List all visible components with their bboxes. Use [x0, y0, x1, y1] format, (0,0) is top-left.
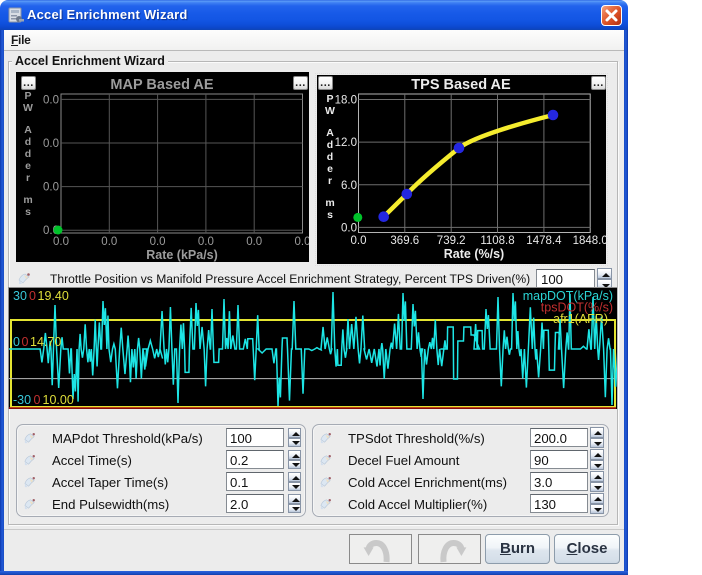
- svg-text:30: 30: [13, 289, 27, 303]
- svg-text:P: P: [24, 90, 31, 102]
- svg-text:Rate (%/s): Rate (%/s): [444, 247, 504, 261]
- svg-text:0.0: 0.0: [198, 236, 214, 248]
- svg-text:Rate (kPa/s): Rate (kPa/s): [146, 248, 218, 262]
- svg-text:r: r: [328, 175, 332, 187]
- svg-text:d: d: [327, 139, 333, 151]
- svg-text:12.0: 12.0: [335, 137, 357, 149]
- svg-text:0: 0: [29, 289, 36, 303]
- svg-text:6.0: 6.0: [341, 180, 357, 192]
- svg-text:m: m: [23, 194, 32, 206]
- svg-text:0.0: 0.0: [351, 235, 367, 247]
- svg-text:TPS Based AE: TPS Based AE: [411, 77, 511, 93]
- svg-text:0.0: 0.0: [295, 236, 310, 248]
- svg-text:d: d: [25, 148, 31, 160]
- svg-text:W: W: [325, 105, 335, 117]
- svg-text:0.0: 0.0: [246, 236, 262, 248]
- svg-text:d: d: [327, 151, 333, 163]
- svg-text:A: A: [326, 127, 334, 139]
- svg-text:d: d: [25, 136, 31, 148]
- svg-text:A: A: [24, 124, 32, 136]
- svg-text:s: s: [25, 206, 31, 218]
- svg-text:0.0: 0.0: [43, 138, 59, 150]
- svg-text:0.0: 0.0: [43, 182, 59, 194]
- svg-text:739.2: 739.2: [437, 235, 466, 247]
- svg-text:r: r: [26, 172, 30, 184]
- svg-text:afr1(AFR): afr1(AFR): [553, 312, 608, 326]
- svg-text:0: 0: [22, 335, 29, 349]
- svg-text:W: W: [23, 102, 33, 114]
- svg-text:0.0: 0.0: [53, 236, 69, 248]
- svg-text:19.40: 19.40: [38, 289, 69, 303]
- svg-text:14.70: 14.70: [30, 335, 61, 349]
- svg-text:0.0: 0.0: [101, 236, 117, 248]
- svg-text:0.0: 0.0: [341, 222, 357, 234]
- svg-text:s: s: [327, 209, 333, 221]
- svg-text:0: 0: [13, 335, 20, 349]
- svg-text:18.0: 18.0: [335, 95, 357, 107]
- svg-text:10.00: 10.00: [43, 393, 74, 407]
- svg-text:1108.8: 1108.8: [480, 235, 514, 247]
- svg-text:-30: -30: [13, 393, 31, 407]
- svg-text:1478.4: 1478.4: [526, 235, 562, 247]
- svg-text:369.6: 369.6: [390, 235, 419, 247]
- svg-text:MAP Based AE: MAP Based AE: [110, 77, 213, 93]
- svg-text:1848.0: 1848.0: [573, 235, 606, 247]
- svg-text:e: e: [327, 163, 333, 175]
- svg-text:0: 0: [34, 393, 41, 407]
- svg-text:m: m: [325, 197, 334, 209]
- svg-text:e: e: [25, 160, 31, 172]
- svg-text:0.0: 0.0: [150, 236, 166, 248]
- svg-text:0.0: 0.0: [43, 94, 59, 106]
- svg-text:P: P: [326, 93, 333, 105]
